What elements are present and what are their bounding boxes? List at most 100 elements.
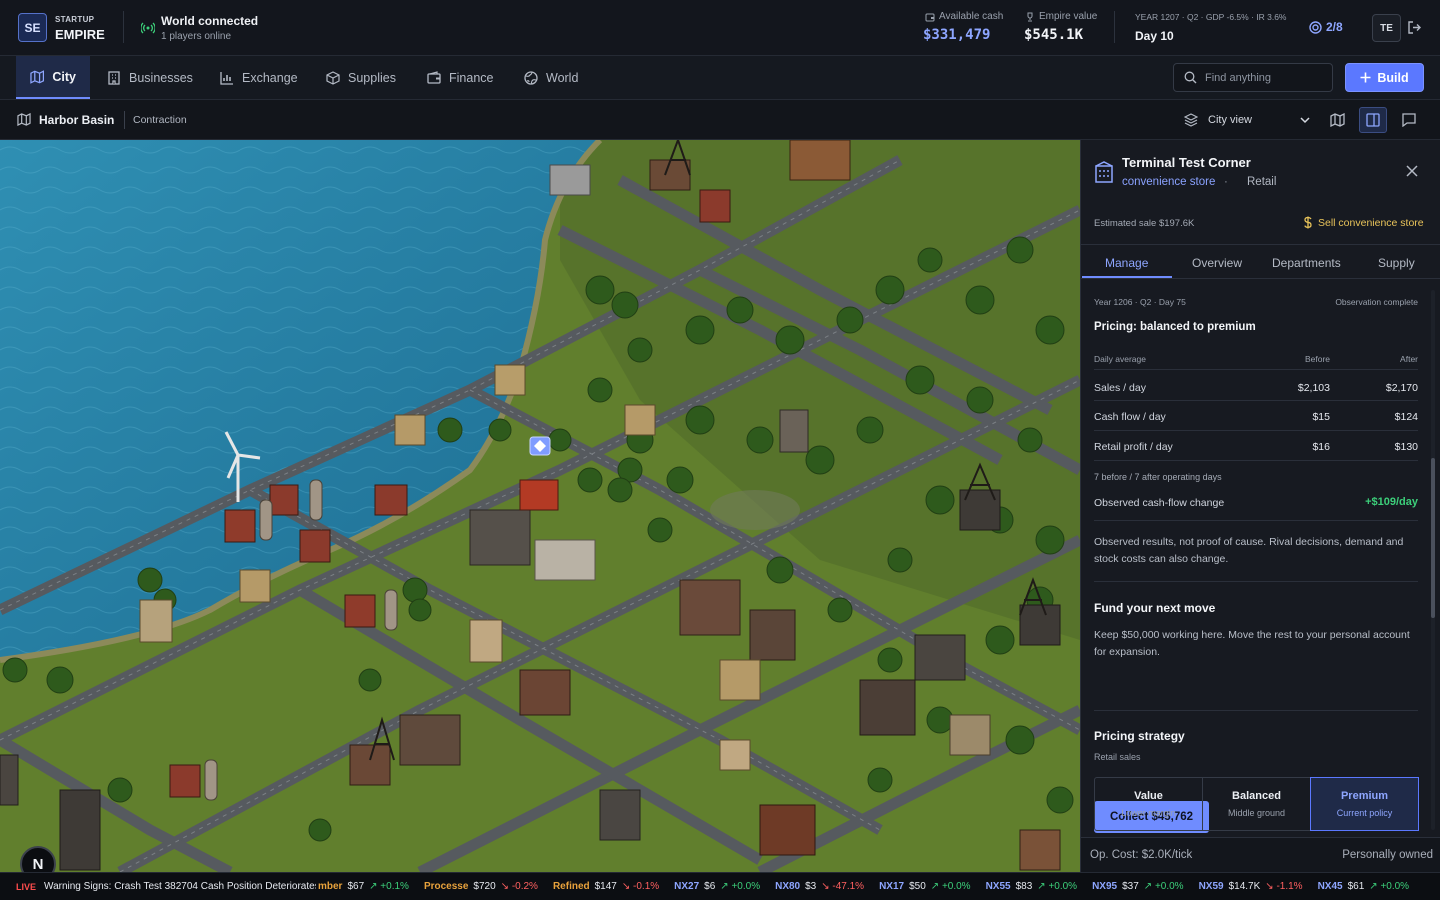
ticker-price: $83 xyxy=(1015,881,1033,892)
ticker-item[interactable]: NX95 $37 ↗ +0.0% xyxy=(1092,881,1184,892)
panel-footer: Op. Cost: $2.0K/tick Personally owned xyxy=(1081,837,1440,872)
tab-overview[interactable]: Overview xyxy=(1192,256,1242,270)
view-select[interactable]: City view xyxy=(1182,108,1316,132)
divider xyxy=(1114,11,1115,43)
metric-after: $2,170 xyxy=(1385,382,1418,394)
wallet-icon xyxy=(427,70,441,84)
column-header-before: Before xyxy=(1304,354,1330,364)
chevron-down-icon xyxy=(1300,117,1310,124)
ticker-item[interactable]: NX17 $50 ↗ +0.0% xyxy=(879,881,971,892)
sidebar-icon xyxy=(1366,113,1380,127)
empire-label-text: Empire value xyxy=(1039,11,1098,22)
wallet-icon xyxy=(925,13,935,21)
sell-business-button[interactable]: Sell convenience store xyxy=(1303,216,1424,229)
ticker-price: $50 xyxy=(909,881,926,892)
selected-building-marker[interactable] xyxy=(529,436,551,456)
cash-flow-change-label: Observed cash-flow change xyxy=(1094,497,1225,509)
logout-icon[interactable] xyxy=(1407,20,1422,35)
market-ticker: LIVE Warning Signs: Crash Test 382704 Ca… xyxy=(0,872,1440,900)
ticker-item[interactable]: NX59 $14.7K ↘ -1.1% xyxy=(1199,881,1303,892)
observation-title: Pricing: balanced to premium xyxy=(1094,321,1256,333)
trend-down-icon: ↘ -0.1% xyxy=(621,881,660,892)
ticker-item[interactable]: Processe $720 ↘ -0.2% xyxy=(424,881,538,892)
tab-finance[interactable]: Finance xyxy=(413,56,507,99)
chat-button[interactable] xyxy=(1395,107,1423,133)
metric-label: Sales / day xyxy=(1094,382,1146,394)
tab-supplies[interactable]: Supplies xyxy=(312,56,410,99)
business-type-link[interactable]: convenience store xyxy=(1122,176,1215,188)
ticker-item[interactable]: NX45 $61 ↗ +0.0% xyxy=(1318,881,1410,892)
fund-section-description: Keep $50,000 working here. Move the rest… xyxy=(1094,629,1410,658)
economy-summary: YEAR 1207 · Q2 · GDP -6.5% · IR 3.6% xyxy=(1135,12,1287,22)
pricing-option-value[interactable]: Value Lower margin xyxy=(1095,778,1203,830)
news-headline[interactable]: Warning Signs: Crash Test 382704 Cash Po… xyxy=(44,881,316,892)
ticker-item[interactable]: NX80 $3 ↘ -47.1% xyxy=(775,881,864,892)
ticker-item[interactable]: NX27 $6 ↗ +0.0% xyxy=(674,881,760,892)
empire-value: $545.1K xyxy=(1024,27,1084,43)
tab-businesses[interactable]: Businesses xyxy=(93,56,207,99)
tab-departments[interactable]: Departments xyxy=(1272,256,1341,270)
chart-icon xyxy=(220,71,233,85)
players-counter[interactable]: 2/8 xyxy=(1309,20,1343,34)
manage-content[interactable]: Year 1206 · Q2 · Day 75 Observation comp… xyxy=(1081,280,1427,834)
tab-label: World xyxy=(546,70,579,85)
brand-name: EMPIRE xyxy=(55,27,105,42)
close-icon[interactable] xyxy=(1406,165,1418,177)
tab-manage[interactable]: Manage xyxy=(1105,256,1148,270)
observation-disclaimer: Observed results, not proof of cause. Ri… xyxy=(1094,536,1404,565)
current-day: Day 10 xyxy=(1135,29,1174,43)
trend-up-icon: ↗ +0.0% xyxy=(1037,881,1078,892)
business-panel: Terminal Test Corner convenience store ·… xyxy=(1080,140,1440,872)
map-view-button[interactable] xyxy=(1323,107,1351,133)
scrollbar-thumb[interactable] xyxy=(1431,458,1435,618)
search-box[interactable] xyxy=(1173,63,1333,92)
ticker-item[interactable]: Refined $147 ↘ -0.1% xyxy=(553,881,659,892)
cash-flow-change-value: +$109/day xyxy=(1365,496,1418,508)
empire-label: Empire value xyxy=(1025,11,1097,22)
ticker-symbol: mber xyxy=(318,881,343,892)
option-name: Premium xyxy=(1340,790,1389,802)
search-input[interactable] xyxy=(1205,71,1325,84)
divider xyxy=(1094,369,1418,370)
tab-city[interactable]: City xyxy=(16,56,90,99)
metric-before: $2,103 xyxy=(1297,382,1330,394)
pricing-option-premium[interactable]: Premium Current policy xyxy=(1310,777,1419,831)
city-map-canvas[interactable] xyxy=(0,140,1080,872)
metric-label: Cash flow / day xyxy=(1094,411,1166,423)
tab-world[interactable]: World xyxy=(510,56,592,99)
chat-icon xyxy=(1402,113,1416,127)
region-bar: Harbor Basin Contraction City view xyxy=(0,100,1440,140)
option-name: Value xyxy=(1134,790,1163,802)
plus-icon xyxy=(1360,72,1371,83)
ticker-symbol: NX95 xyxy=(1092,881,1118,892)
tab-exchange[interactable]: Exchange xyxy=(206,56,312,99)
ticker-symbol: NX59 xyxy=(1198,881,1224,892)
metric-label: Retail profit / day xyxy=(1094,441,1173,453)
pricing-strategy-selector: Value Lower margin Balanced Middle groun… xyxy=(1094,777,1419,831)
side-panel-toggle[interactable] xyxy=(1359,107,1387,133)
view-select-value: City view xyxy=(1208,114,1253,126)
divider xyxy=(1094,400,1418,401)
metric-before: $15 xyxy=(1312,411,1330,423)
players-icon xyxy=(1309,20,1322,34)
tab-supply[interactable]: Supply xyxy=(1378,256,1415,270)
ticker-item[interactable]: NX55 $83 ↗ +0.0% xyxy=(986,881,1078,892)
ticker-price: $14.7K xyxy=(1228,881,1261,892)
players-count-text: 2/8 xyxy=(1326,20,1343,34)
metric-after: $124 xyxy=(1394,411,1418,423)
build-button[interactable]: Build xyxy=(1345,63,1424,92)
ticker-price: $61 xyxy=(1347,881,1365,892)
ticker-item[interactable]: mber $67 ↗ +0.1% xyxy=(318,881,409,892)
signal-icon xyxy=(141,22,155,34)
tab-label: Supplies xyxy=(348,70,396,85)
brand-tagline: STARTUP xyxy=(55,15,95,24)
ticker-items: mber $67 ↗ +0.1% Processe $720 ↘ -0.2% Refined… xyxy=(318,881,1409,892)
divider xyxy=(124,111,125,129)
pricing-option-balanced[interactable]: Balanced Middle ground xyxy=(1203,778,1311,830)
divider xyxy=(123,11,124,43)
ticker-price: $6 xyxy=(704,881,716,892)
user-avatar[interactable]: TE xyxy=(1372,14,1401,42)
ticker-symbol: Processe xyxy=(423,881,469,892)
city-map[interactable]: N xyxy=(0,140,1080,872)
column-header-metric: Daily average xyxy=(1094,354,1146,364)
